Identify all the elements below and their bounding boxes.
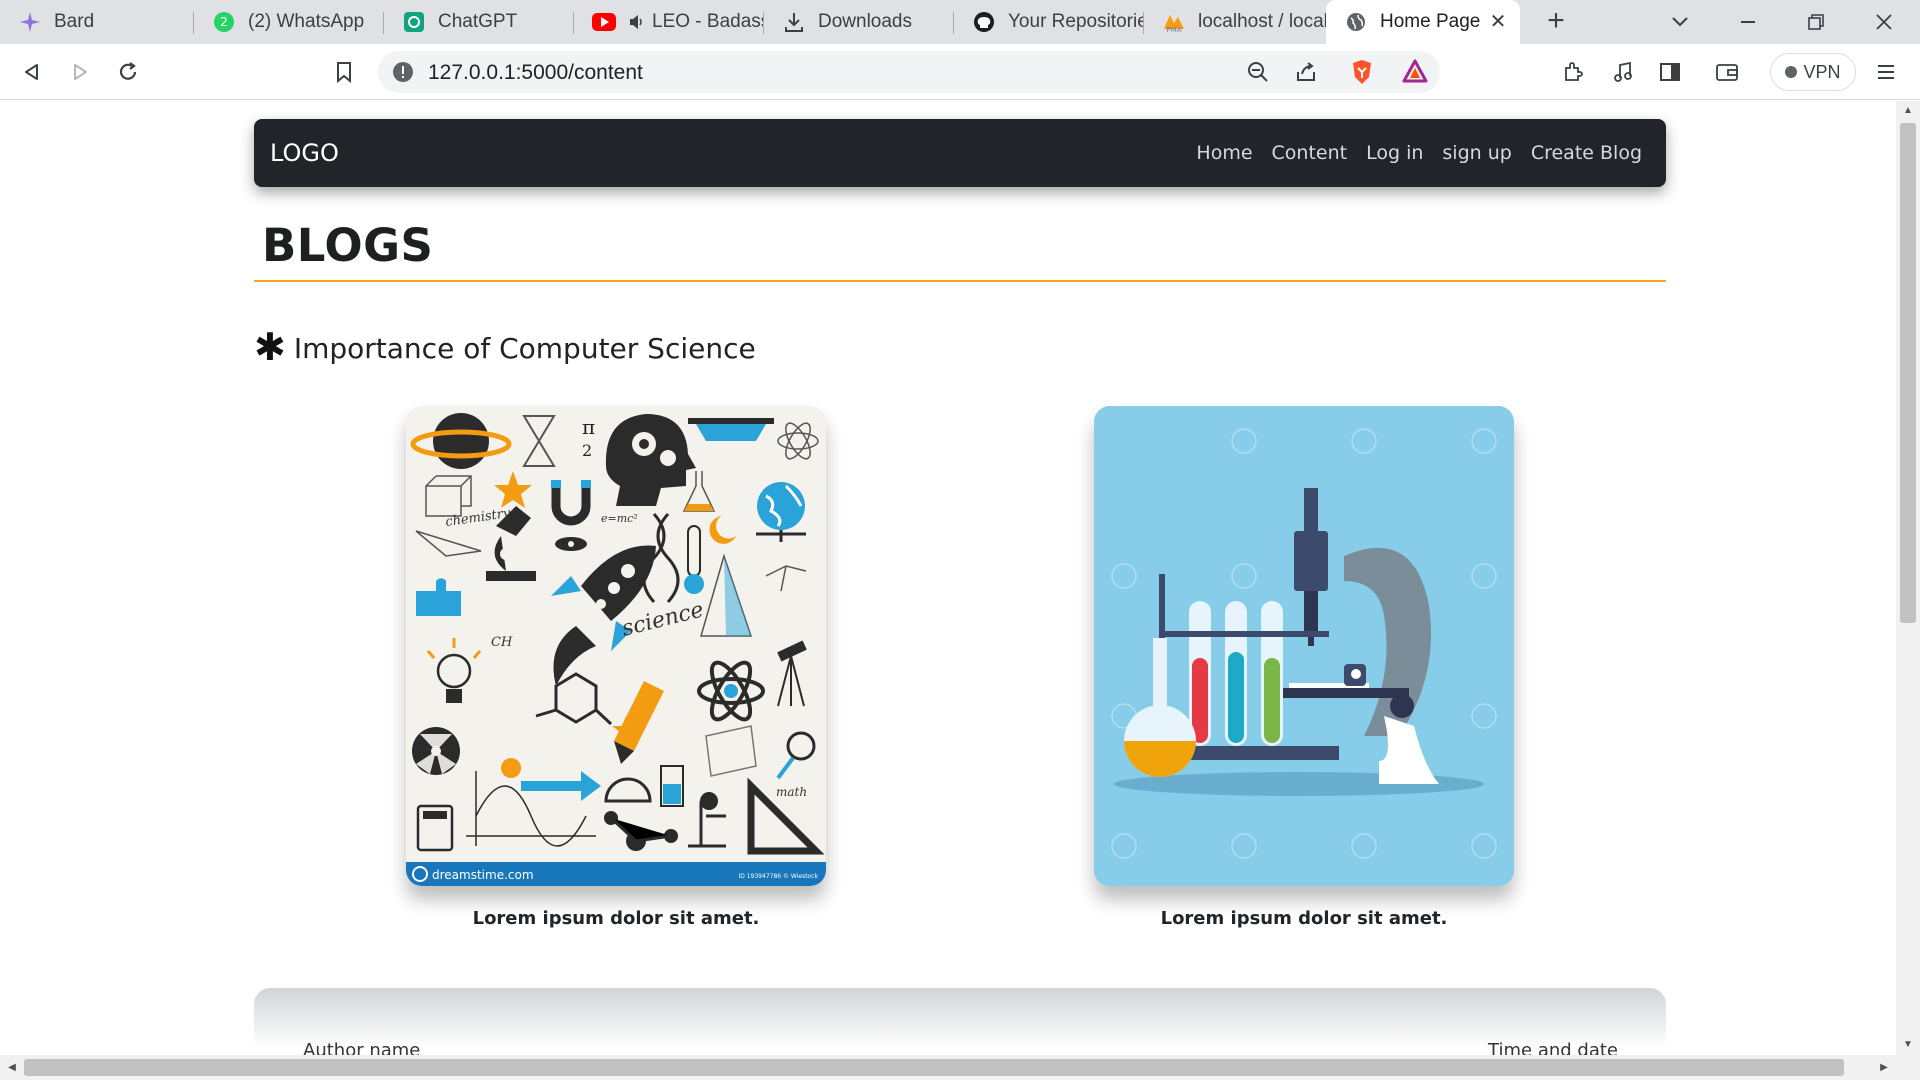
tab-downloads[interactable]: Downloads bbox=[764, 0, 954, 44]
media-icon[interactable] bbox=[1605, 54, 1641, 90]
blog-card-image-lab[interactable] bbox=[1094, 406, 1514, 886]
svg-text:2: 2 bbox=[220, 15, 228, 29]
tab-search-icon[interactable] bbox=[1650, 0, 1710, 44]
tab-label: localhost / localhost bbox=[1198, 11, 1326, 32]
vpn-button[interactable]: VPN bbox=[1770, 53, 1856, 91]
tab-label: Downloads bbox=[818, 11, 912, 32]
scroll-down-icon[interactable]: ▼ bbox=[1896, 1035, 1920, 1055]
youtube-icon bbox=[592, 10, 616, 34]
close-window-icon[interactable] bbox=[1854, 0, 1914, 44]
forward-icon[interactable] bbox=[62, 54, 98, 90]
card-caption: Lorem ipsum dolor sit amet. bbox=[472, 908, 760, 929]
card-caption: Lorem ipsum dolor sit amet. bbox=[1160, 908, 1448, 929]
vpn-status-icon bbox=[1785, 66, 1798, 78]
site-navbar: LOGO Home Content Log in sign up Create … bbox=[254, 119, 1666, 187]
vertical-scroll-thumb[interactable] bbox=[1900, 123, 1916, 623]
horizontal-scroll-thumb[interactable] bbox=[24, 1059, 1844, 1076]
tab-bard[interactable]: Bard bbox=[0, 0, 194, 44]
nav-links: Home Content Log in sign up Create Blog bbox=[1196, 119, 1642, 187]
speaker-icon[interactable] bbox=[628, 10, 646, 34]
restore-icon[interactable] bbox=[1786, 0, 1846, 44]
post-datetime: Time and date bbox=[1488, 1040, 1618, 1055]
tab-phpmyadmin[interactable]: PMA localhost / localhost bbox=[1144, 0, 1326, 44]
blog-card-image-science[interactable]: π 2 chemistry e=mc² science CH math drea… bbox=[406, 406, 826, 886]
scroll-up-icon[interactable]: ▲ bbox=[1896, 101, 1920, 121]
back-icon[interactable] bbox=[14, 54, 50, 90]
close-tab-icon[interactable]: ✕ bbox=[1486, 10, 1510, 34]
svg-text:2: 2 bbox=[582, 441, 592, 460]
lab-microscope-image bbox=[1094, 406, 1514, 886]
tab-strip: Bard 2 (2) WhatsApp ChatGPT LEO - Badass… bbox=[0, 0, 1920, 44]
phpmyadmin-icon: PMA bbox=[1162, 10, 1186, 34]
scroll-left-icon[interactable]: ◀ bbox=[0, 1055, 24, 1080]
svg-text:CH: CH bbox=[491, 635, 513, 650]
minimize-icon[interactable] bbox=[1718, 0, 1778, 44]
vpn-label: VPN bbox=[1803, 61, 1841, 82]
tab-label: Home Page bbox=[1380, 11, 1481, 32]
tab-home-page[interactable]: Home Page ✕ bbox=[1326, 0, 1520, 44]
horizontal-scrollbar[interactable]: ◀ ▶ bbox=[0, 1055, 1920, 1080]
sidebar-icon[interactable] bbox=[1652, 54, 1688, 90]
svg-text:dreamstime.com: dreamstime.com bbox=[432, 868, 534, 882]
section-title: Importance of Computer Science bbox=[293, 331, 756, 365]
brave-rewards-icon[interactable] bbox=[1402, 59, 1428, 88]
author-name: Author name bbox=[303, 1040, 421, 1055]
globe-icon bbox=[1344, 10, 1368, 34]
bard-icon bbox=[18, 10, 42, 34]
svg-text:e=mc²: e=mc² bbox=[601, 512, 638, 525]
tab-label: LEO - Badass bbox=[652, 11, 764, 32]
nav-create-blog[interactable]: Create Blog bbox=[1531, 142, 1642, 164]
vertical-scrollbar[interactable]: ▲ ▼ bbox=[1896, 101, 1920, 1055]
nav-signup[interactable]: sign up bbox=[1442, 142, 1511, 164]
nav-content[interactable]: Content bbox=[1272, 142, 1348, 164]
tab-label: Your Repositories bbox=[1008, 11, 1144, 32]
tab-whatsapp[interactable]: 2 (2) WhatsApp bbox=[194, 0, 384, 44]
address-bar[interactable]: 127.0.0.1:5000/content bbox=[378, 51, 1440, 93]
browser-toolbar: 127.0.0.1:5000/content VPN bbox=[0, 44, 1920, 100]
scroll-right-icon[interactable]: ▶ bbox=[1872, 1055, 1896, 1080]
tab-youtube[interactable]: LEO - Badass bbox=[574, 0, 764, 44]
new-tab-button[interactable]: + bbox=[1540, 6, 1572, 38]
nav-home[interactable]: Home bbox=[1196, 142, 1252, 164]
page-viewport: LOGO Home Content Log in sign up Create … bbox=[0, 101, 1896, 1055]
download-icon bbox=[782, 10, 806, 34]
wallet-icon[interactable] bbox=[1709, 54, 1745, 90]
tab-chatgpt[interactable]: ChatGPT bbox=[384, 0, 574, 44]
menu-icon[interactable] bbox=[1868, 54, 1904, 90]
brave-shields-icon[interactable] bbox=[1350, 59, 1374, 90]
extensions-icon[interactable] bbox=[1555, 54, 1591, 90]
science-collage-image: π 2 chemistry e=mc² science CH math drea… bbox=[406, 406, 826, 886]
chatgpt-icon bbox=[402, 10, 426, 34]
site-logo[interactable]: LOGO bbox=[270, 139, 339, 167]
title-divider bbox=[254, 280, 1666, 282]
svg-text:math: math bbox=[776, 785, 807, 799]
share-icon[interactable] bbox=[1294, 60, 1318, 89]
site-info-icon[interactable] bbox=[392, 61, 414, 88]
whatsapp-icon: 2 bbox=[212, 10, 236, 34]
page-title: BLOGS bbox=[262, 219, 434, 272]
nav-login[interactable]: Log in bbox=[1366, 142, 1423, 164]
svg-text:PMA: PMA bbox=[1166, 26, 1181, 33]
svg-text:π: π bbox=[582, 415, 595, 439]
tab-label: ChatGPT bbox=[438, 11, 518, 32]
tab-label: (2) WhatsApp bbox=[248, 11, 365, 32]
reload-icon[interactable] bbox=[110, 54, 146, 90]
svg-text:ID 193947786 © Wiestock: ID 193947786 © Wiestock bbox=[738, 873, 818, 880]
zoom-icon[interactable] bbox=[1246, 60, 1270, 89]
github-icon bbox=[972, 10, 996, 34]
tab-label: Bard bbox=[54, 11, 95, 32]
section-header: ✱ Importance of Computer Science bbox=[254, 329, 756, 367]
bookmark-icon[interactable] bbox=[326, 54, 362, 90]
tab-github[interactable]: Your Repositories bbox=[954, 0, 1144, 44]
blog-meta-panel: Author name Time and date bbox=[254, 988, 1666, 1055]
asterisk-icon: ✱ bbox=[254, 327, 286, 369]
url-text[interactable]: 127.0.0.1:5000/content bbox=[428, 61, 643, 85]
